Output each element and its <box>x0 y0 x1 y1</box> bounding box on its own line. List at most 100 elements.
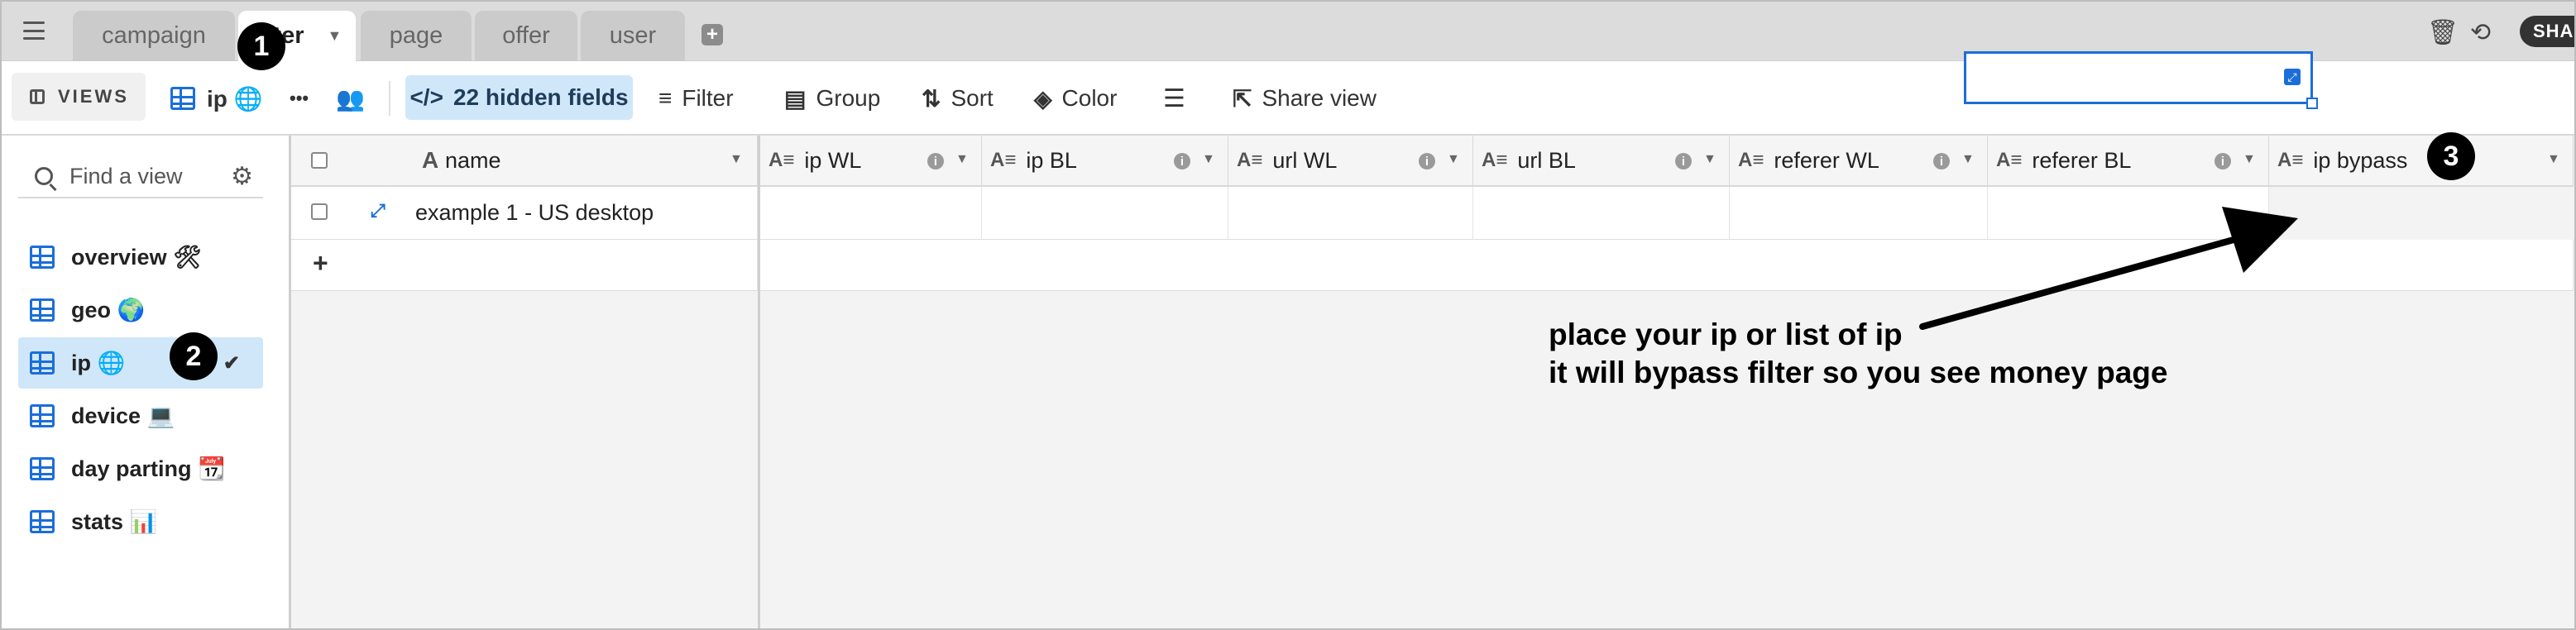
share-label: SHA <box>2533 21 2574 41</box>
row-height-icon[interactable]: ☰ <box>1163 61 1185 136</box>
chevron-down-icon[interactable]: ▼ <box>1447 152 1460 167</box>
paint-bucket-icon: ◈ <box>1034 85 1052 112</box>
table-cell[interactable] <box>982 187 1228 240</box>
table-cell[interactable] <box>1730 187 1988 240</box>
menu-icon[interactable] <box>23 21 45 40</box>
trash-icon[interactable]: 🗑 <box>2427 18 2459 47</box>
hidden-fields-label: 22 hidden fields <box>452 84 629 110</box>
sidebar-item-day-parting[interactable]: day parting 📆 <box>18 443 263 494</box>
info-icon[interactable]: i <box>1174 153 1190 169</box>
table-row[interactable]: ⤢ example 1 - US desktop <box>291 187 758 240</box>
table-cell[interactable] <box>1473 187 1730 240</box>
current-view-selector[interactable]: ip 🌐 <box>170 61 263 136</box>
selected-cell-ip-bypass[interactable]: ⤢ <box>1964 51 2318 109</box>
column-label: url BL <box>1517 147 1576 173</box>
annotation-marker-2: 2 <box>170 332 218 380</box>
sidebar-item-label: device 💻 <box>71 403 175 428</box>
grid-view-icon <box>30 510 55 533</box>
group-label: Group <box>816 85 881 111</box>
column-label: name <box>445 147 501 173</box>
column-header-referer-bl[interactable]: A≡ referer BL i ▼ <box>1988 136 2269 187</box>
more-icon: ••• <box>290 88 309 108</box>
annotation-marker-1: 1 <box>237 22 285 70</box>
column-header-ip-bypass[interactable]: A≡ ip bypass ▼ <box>2269 136 2574 187</box>
sidebar-item-label: day parting 📆 <box>71 456 226 481</box>
color-button[interactable]: ◈ Color <box>1034 61 1117 136</box>
group-icon: ▤ <box>784 85 807 112</box>
tab-user[interactable]: user <box>581 11 685 61</box>
long-text-icon: A≡ <box>2277 149 2304 171</box>
marker-number: 3 <box>2443 140 2459 172</box>
find-view-search[interactable]: Find a view ⚙ <box>18 155 263 198</box>
filter-button[interactable]: ≡ Filter <box>658 61 734 136</box>
select-all-checkbox[interactable] <box>311 152 328 169</box>
group-button[interactable]: ▤ Group <box>784 61 880 136</box>
chevron-down-icon[interactable]: ▼ <box>328 27 342 45</box>
hidden-fields-button[interactable]: </> 22 hidden fields <box>405 75 633 120</box>
fill-handle[interactable] <box>2306 98 2318 109</box>
view-options-button[interactable]: ••• <box>290 61 309 136</box>
gear-icon[interactable]: ⚙ <box>231 162 253 191</box>
share-button[interactable]: SHA <box>2520 16 2576 47</box>
expand-record-icon[interactable]: ⤢ <box>371 200 385 222</box>
chevron-down-icon[interactable]: ▼ <box>955 152 969 167</box>
annotation-line-1: place your ip or list of ip <box>1549 317 1903 351</box>
info-icon[interactable]: i <box>2214 153 2231 169</box>
share-icon: ⇱ <box>1233 85 1252 112</box>
sort-button[interactable]: ⇅ Sort <box>922 61 994 136</box>
long-text-icon: A≡ <box>1237 149 1263 171</box>
share-view-button[interactable]: ⇱ Share view <box>1233 61 1377 136</box>
info-icon[interactable]: i <box>1933 153 1950 169</box>
views-toggle-button[interactable]: VIEWS <box>12 73 146 121</box>
toolbar-divider <box>389 81 390 116</box>
tab-campaign[interactable]: campaign <box>73 11 235 61</box>
expand-cell-icon[interactable]: ⤢ <box>2284 69 2301 85</box>
chevron-down-icon[interactable]: ▼ <box>1202 152 1215 167</box>
column-header-url-wl[interactable]: A≡ url WL i ▼ <box>1228 136 1473 187</box>
sidebar-item-device[interactable]: device 💻 <box>18 390 263 441</box>
marker-number: 2 <box>185 340 202 372</box>
table-cell[interactable] <box>760 187 982 240</box>
chevron-down-icon[interactable]: ▼ <box>1961 152 1975 167</box>
table-cell[interactable] <box>1228 187 1473 240</box>
search-placeholder: Find a view <box>69 163 183 189</box>
row-checkbox[interactable] <box>311 203 328 220</box>
grid-view-icon <box>30 298 55 322</box>
column-header-ip-bl[interactable]: A≡ ip BL i ▼ <box>982 136 1228 187</box>
column-header-name[interactable]: A name ▼ <box>291 136 758 187</box>
add-row-strip[interactable] <box>760 240 2574 291</box>
text-field-icon: A <box>422 147 439 173</box>
long-text-icon: A≡ <box>1996 149 2023 171</box>
chevron-down-icon[interactable]: ▼ <box>2547 152 2560 167</box>
filter-icon: ≡ <box>658 85 673 111</box>
add-row-button[interactable]: + <box>313 248 328 279</box>
grid-view-icon <box>170 87 195 110</box>
table-cell[interactable] <box>1988 187 2269 240</box>
long-text-icon: A≡ <box>1738 149 1764 171</box>
info-icon[interactable]: i <box>1419 153 1435 169</box>
tab-offer[interactable]: offer <box>475 11 577 61</box>
column-header-referer-wl[interactable]: A≡ referer WL i ▼ <box>1730 136 1988 187</box>
sidebar-item-overview[interactable]: overview 🛠 <box>18 231 263 283</box>
row-name-cell[interactable]: example 1 - US desktop <box>415 200 654 226</box>
frozen-column-divider[interactable] <box>758 136 760 630</box>
add-table-icon[interactable]: + <box>701 24 723 45</box>
column-header-ip-wl[interactable]: A≡ ip WL i ▼ <box>760 136 982 187</box>
chevron-down-icon[interactable]: ▼ <box>730 152 743 167</box>
column-header-url-bl[interactable]: A≡ url BL i ▼ <box>1473 136 1730 187</box>
info-icon[interactable]: i <box>927 153 944 169</box>
tab-page[interactable]: page <box>361 11 472 61</box>
color-label: Color <box>1061 85 1118 111</box>
history-icon[interactable]: ⟲ <box>2470 18 2491 47</box>
chevron-down-icon[interactable]: ▼ <box>1703 152 1717 167</box>
chevron-down-icon[interactable]: ▼ <box>2243 152 2256 167</box>
sidebar-item-stats[interactable]: stats 📊 <box>18 496 263 547</box>
current-view-name: ip 🌐 <box>207 85 263 112</box>
add-row-cell[interactable]: + <box>291 240 758 291</box>
long-text-icon: A≡ <box>768 149 795 171</box>
sidebar-item-geo[interactable]: geo 🌍 <box>18 284 263 336</box>
check-icon: ✔ <box>223 351 240 375</box>
collaborators-icon[interactable]: 👥 <box>336 61 365 136</box>
info-icon[interactable]: i <box>1675 153 1692 169</box>
sidebar-item-ip[interactable]: ip 🌐 ✔ <box>18 337 263 389</box>
